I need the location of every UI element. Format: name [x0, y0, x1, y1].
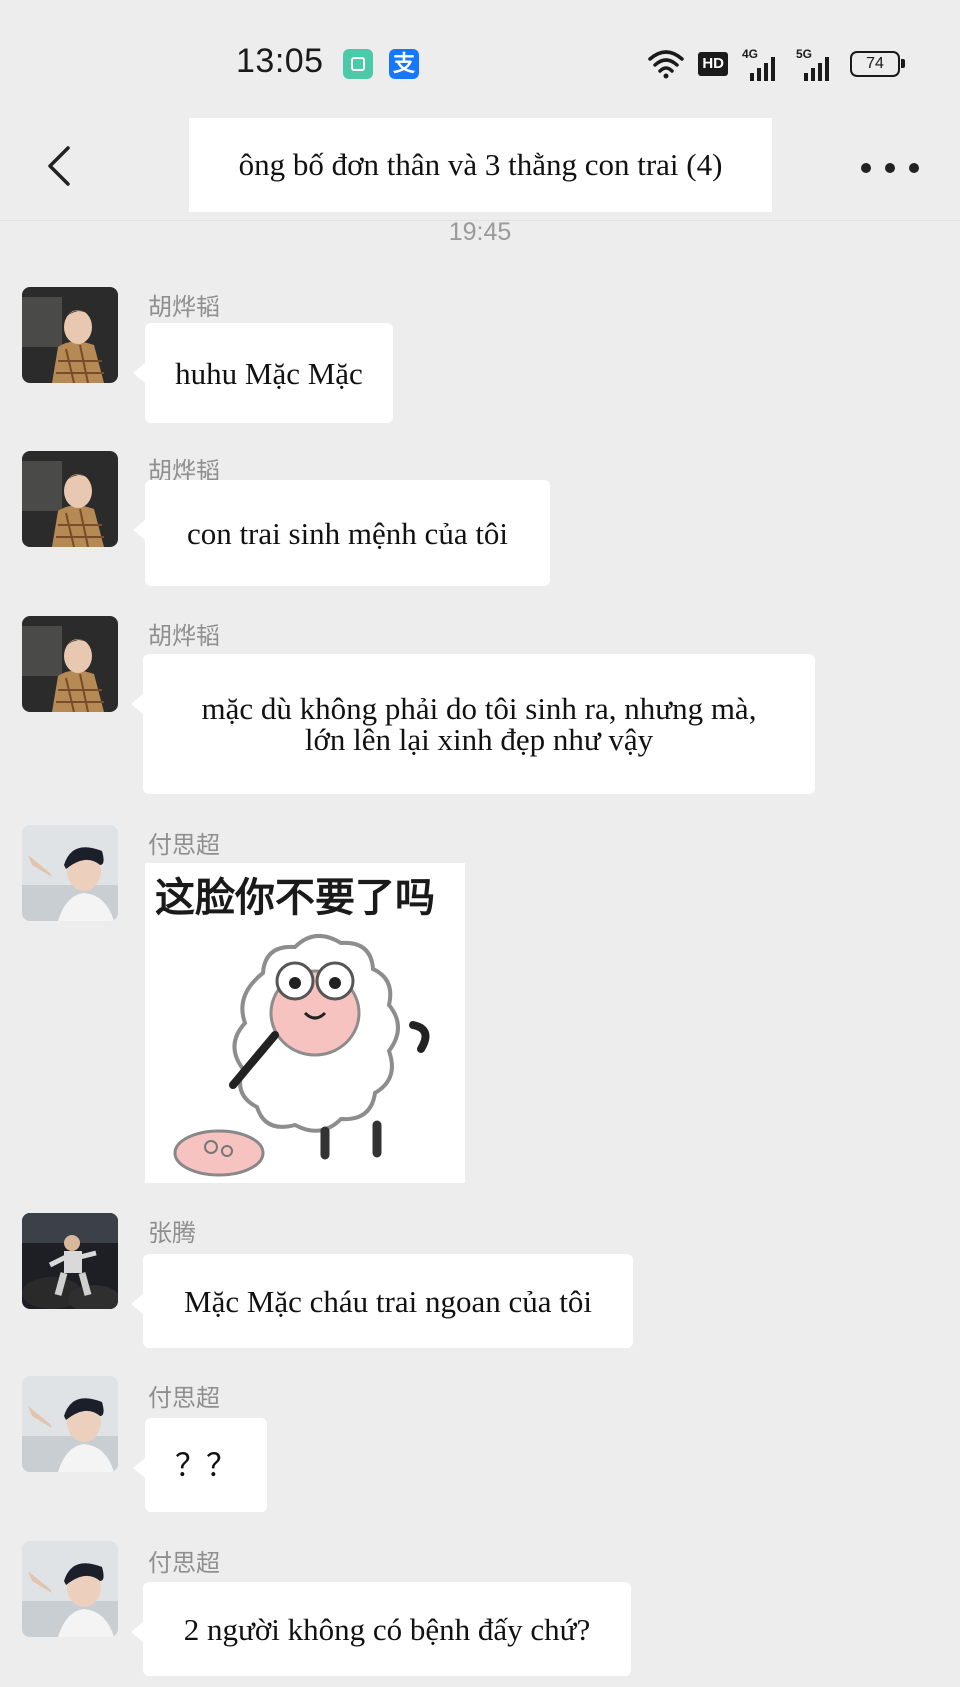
avatar-image	[22, 1213, 118, 1309]
signal-5g-icon: 5G	[796, 47, 836, 81]
message-bubble[interactable]: huhu Mặc Mặc	[133, 323, 393, 423]
sender-name: 胡烨韬	[148, 294, 220, 321]
message-text: 2 người không có bệnh đấy chứ?	[183, 1611, 591, 1647]
wifi-icon	[648, 50, 685, 79]
avatar[interactable]	[22, 287, 118, 383]
sender-name: 张腾	[148, 1220, 196, 1247]
avatar[interactable]	[22, 616, 118, 712]
avatar-image	[22, 616, 118, 712]
avatar[interactable]	[22, 451, 118, 547]
sticker-caption: 这脸你不要了吗	[155, 875, 435, 921]
avatar-image	[22, 1541, 118, 1637]
message-bubble[interactable]: con trai sinh mệnh của tôi	[133, 480, 550, 586]
avatar[interactable]	[22, 1213, 118, 1309]
more-options-icon[interactable]	[860, 160, 940, 176]
status-time: 13:05	[236, 42, 324, 80]
status-bar: 13:05 支 HD 4G 5G 74	[0, 0, 960, 118]
chat-header: ông bố đơn thân và 3 thằng con trai (4)	[0, 118, 960, 221]
alipay-icon: 支	[389, 49, 419, 79]
avatar-image	[22, 287, 118, 383]
avatar[interactable]	[22, 1376, 118, 1472]
chat-title: ông bố đơn thân và 3 thằng con trai (4)	[238, 147, 723, 182]
message-bubble[interactable]: 2 người không có bệnh đấy chứ?	[131, 1582, 631, 1676]
message-text: con trai sinh mệnh của tôi	[186, 515, 509, 551]
avatar-image	[22, 1376, 118, 1472]
message-text-line-2: lớn lên lại xinh đẹp như vậy	[304, 722, 654, 757]
sender-name: 胡烨韬	[148, 623, 220, 650]
hd-voice-icon: HD	[698, 52, 728, 76]
avatar[interactable]	[22, 1541, 118, 1637]
battery-icon: 74	[850, 51, 905, 77]
chat-timestamp: 19:45	[448, 218, 512, 246]
sheep-sticker: 这脸你不要了吗	[155, 875, 435, 1177]
message-text: Mặc Mặc cháu trai ngoan của tôi	[184, 1283, 592, 1319]
message-bubble[interactable]: mặc dù không phải do tôi sinh ra, nhưng …	[131, 654, 815, 794]
notes-app-icon	[343, 49, 373, 79]
message-bubble[interactable]: ？？	[133, 1418, 267, 1512]
message-text: huhu Mặc Mặc	[175, 355, 363, 391]
message-text: ？？	[175, 1447, 237, 1483]
signal-4g-icon: 4G	[742, 47, 782, 81]
message-text-line-1: mặc dù không phải do tôi sinh ra, nhưng …	[201, 691, 757, 726]
avatar[interactable]	[22, 825, 118, 921]
chat-title-box: ông bố đơn thân và 3 thằng con trai (4)	[189, 118, 772, 212]
sticker-image[interactable]: 这脸你不要了吗	[145, 863, 465, 1183]
avatar-image	[22, 451, 118, 547]
sender-name: 付思超	[148, 1550, 220, 1577]
system-icons: HD 4G 5G 74	[648, 46, 905, 82]
sender-name: 付思超	[148, 1385, 220, 1412]
back-arrow-icon[interactable]	[40, 138, 80, 194]
sender-name: 付思超	[148, 832, 220, 859]
avatar-image	[22, 825, 118, 921]
message-bubble[interactable]: Mặc Mặc cháu trai ngoan của tôi	[131, 1254, 633, 1348]
